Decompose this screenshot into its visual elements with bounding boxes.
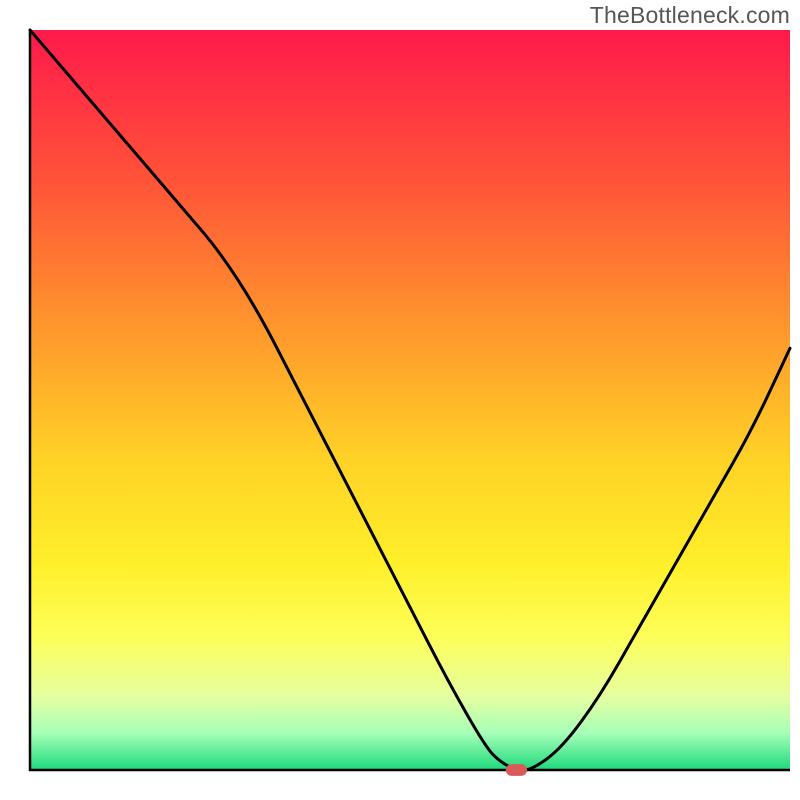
plot-background (30, 30, 790, 770)
bottleneck-chart: TheBottleneck.com (0, 0, 800, 800)
chart-svg (0, 0, 800, 800)
watermark-text: TheBottleneck.com (590, 2, 790, 29)
selected-point-marker (506, 764, 527, 776)
